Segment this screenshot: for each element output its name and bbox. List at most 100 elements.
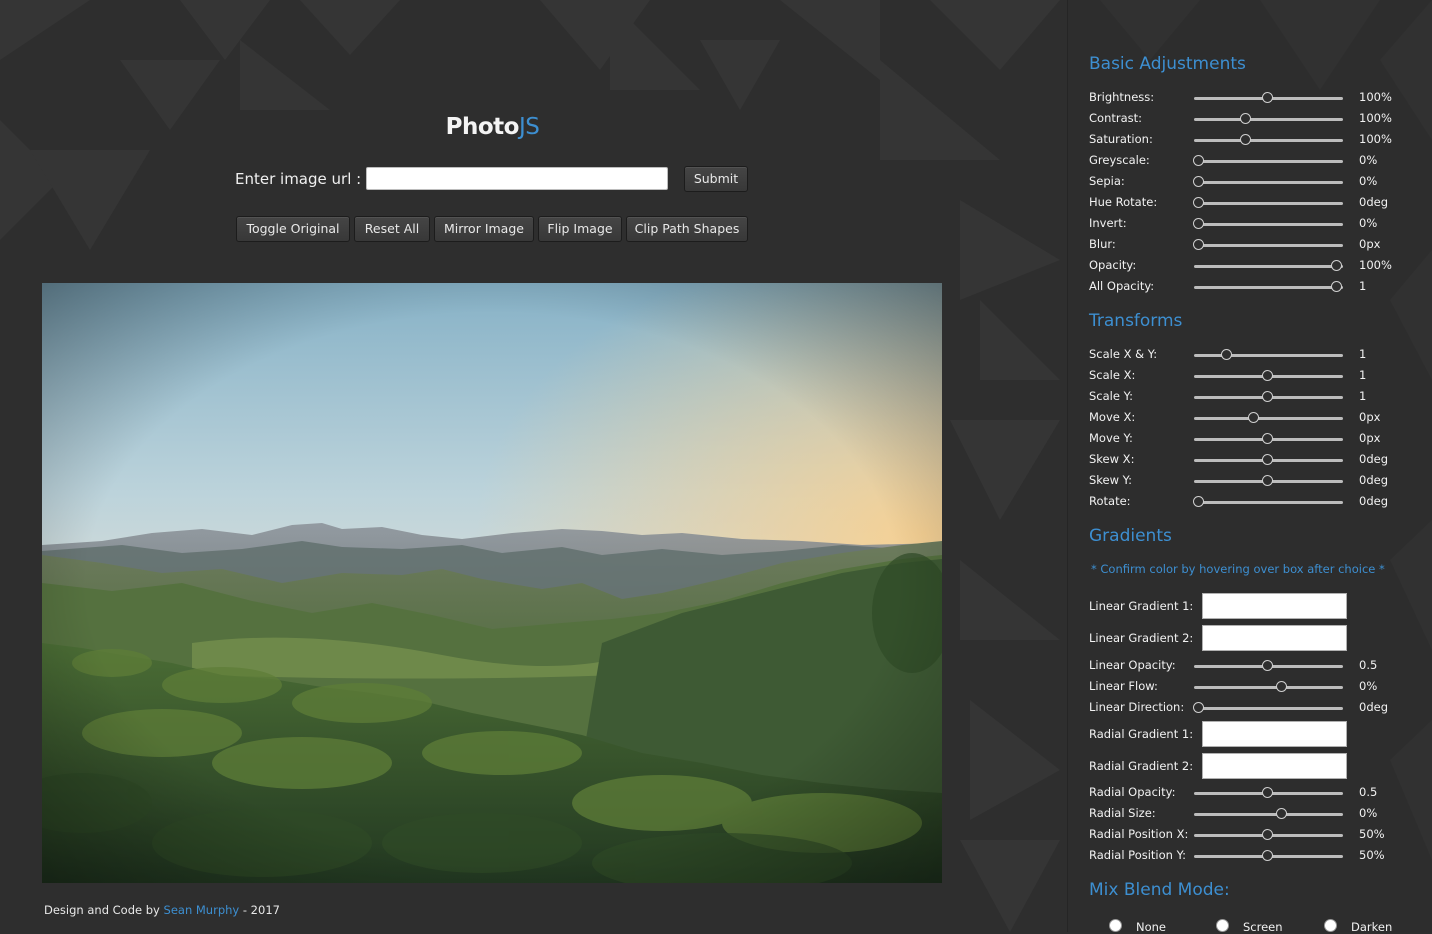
contrast-slider[interactable] [1194,113,1343,124]
flip-image-button[interactable]: Flip Image [538,216,622,242]
blend-darken-radio[interactable] [1324,919,1337,932]
linear-direction-label: Linear Direction: [1089,700,1185,714]
url-input[interactable] [366,167,668,190]
scale-x-slider-thumb[interactable] [1262,370,1273,381]
mirror-image-button[interactable]: Mirror Image [434,216,534,242]
opacity-slider[interactable] [1194,260,1343,271]
radial-position-x-slider[interactable] [1194,829,1343,840]
clip-path-shapes-button[interactable]: Clip Path Shapes [626,216,748,242]
linear-direction-slider[interactable] [1193,702,1343,713]
logo-main-text: Photo [445,114,520,140]
radial-size-slider[interactable] [1194,808,1343,819]
radial-size-label: Radial Size: [1089,806,1156,820]
sepia-slider[interactable] [1193,176,1343,187]
blend-none-radio[interactable] [1109,919,1122,932]
opacity-label: Opacity: [1089,258,1137,272]
scale-x-y-slider[interactable] [1194,349,1343,360]
radial-position-y-slider[interactable] [1194,850,1343,861]
greyscale-slider-thumb[interactable] [1193,155,1204,166]
radial-gradient-1-color-picker[interactable] [1202,721,1347,747]
brightness-slider[interactable] [1194,92,1343,103]
blend-screen-radio[interactable] [1216,919,1229,932]
photo-preview [42,283,942,883]
all-opacity-slider-thumb[interactable] [1331,281,1342,292]
brightness-slider-thumb[interactable] [1262,92,1273,103]
linear-opacity-slider[interactable] [1194,660,1343,671]
main-area: PhotoJS Enter image url : Submit Toggle … [0,0,1067,932]
scale-x-label: Scale X: [1089,368,1136,382]
skew-x-slider[interactable] [1194,454,1343,465]
skew-y-value: 0deg [1359,473,1388,487]
reset-all-button[interactable]: Reset All [354,216,430,242]
hue-rotate-label: Hue Rotate: [1089,195,1158,209]
radial-gradient-1-label: Radial Gradient 1: [1089,727,1194,741]
linear-gradient-1-color-picker[interactable] [1202,593,1347,619]
scale-y-slider[interactable] [1194,391,1343,402]
blur-slider[interactable] [1193,239,1343,250]
move-x-value: 0px [1359,410,1381,424]
radial-opacity-label: Radial Opacity: [1089,785,1176,799]
move-x-slider[interactable] [1194,412,1343,423]
invert-slider-thumb[interactable] [1193,218,1204,229]
saturation-slider-thumb[interactable] [1239,134,1251,145]
opacity-slider-thumb[interactable] [1331,260,1342,271]
gradients-title: Gradients [1089,526,1172,546]
greyscale-slider[interactable] [1193,155,1343,166]
invert-label: Invert: [1089,216,1127,230]
adjustments-panel: Basic Adjustments Brightness: 100% Contras… [1067,0,1432,934]
blur-slider-thumb[interactable] [1193,239,1204,250]
footer-credit: Design and Code by Sean Murphy - 2017 [44,903,280,917]
radial-opacity-slider[interactable] [1194,787,1343,798]
move-y-label: Move Y: [1089,431,1133,445]
scale-y-slider-thumb[interactable] [1262,391,1273,402]
skew-x-label: Skew X: [1089,452,1135,466]
skew-y-slider[interactable] [1194,475,1343,486]
all-opacity-label: All Opacity: [1089,279,1155,293]
hue-rotate-slider-thumb[interactable] [1193,197,1204,208]
linear-flow-label: Linear Flow: [1089,679,1158,693]
sepia-value: 0% [1359,174,1378,188]
logo-accent-text: JS [518,114,540,140]
scale-x-y-slider-thumb[interactable] [1220,349,1232,360]
scale-x-slider[interactable] [1194,370,1343,381]
radial-position-y-value: 50% [1359,848,1385,862]
radial-opacity-slider-thumb[interactable] [1262,787,1273,798]
linear-direction-value: 0deg [1359,700,1388,714]
landscape-photo [42,283,942,883]
linear-gradient-2-color-picker[interactable] [1202,625,1347,651]
contrast-slider-thumb[interactable] [1239,113,1251,124]
move-x-slider-thumb[interactable] [1248,412,1260,423]
radial-size-slider-thumb[interactable] [1275,808,1287,819]
linear-flow-slider[interactable] [1194,681,1343,692]
brightness-value: 100% [1359,90,1392,104]
radial-position-x-slider-thumb[interactable] [1262,829,1273,840]
hue-rotate-value: 0deg [1359,195,1388,209]
greyscale-value: 0% [1359,153,1378,167]
rotate-slider[interactable] [1193,496,1343,507]
move-y-slider-thumb[interactable] [1262,433,1273,444]
toggle-original-button[interactable]: Toggle Original [236,216,350,242]
hue-rotate-slider[interactable] [1193,197,1343,208]
all-opacity-slider[interactable] [1194,281,1343,292]
radial-position-x-label: Radial Position X: [1089,827,1189,841]
contrast-value: 100% [1359,111,1392,125]
skew-x-slider-thumb[interactable] [1262,454,1273,465]
rotate-slider-thumb[interactable] [1193,496,1204,507]
linear-opacity-slider-thumb[interactable] [1262,660,1273,671]
radial-position-y-slider-thumb[interactable] [1262,850,1273,861]
skew-y-slider-thumb[interactable] [1262,475,1273,486]
url-label: Enter image url : [235,170,362,188]
sepia-slider-thumb[interactable] [1193,176,1204,187]
move-x-label: Move X: [1089,410,1136,424]
scale-y-value: 1 [1359,389,1367,403]
move-y-slider[interactable] [1194,433,1343,444]
author-link[interactable]: Sean Murphy [164,903,240,917]
saturation-slider[interactable] [1194,134,1343,145]
submit-button[interactable]: Submit [684,166,748,192]
scale-x-y-label: Scale X & Y: [1089,347,1158,361]
linear-gradient-2-label: Linear Gradient 2: [1089,631,1194,645]
invert-slider[interactable] [1193,218,1343,229]
linear-direction-slider-thumb[interactable] [1193,702,1204,713]
linear-flow-slider-thumb[interactable] [1275,681,1287,692]
radial-gradient-2-color-picker[interactable] [1202,753,1347,779]
